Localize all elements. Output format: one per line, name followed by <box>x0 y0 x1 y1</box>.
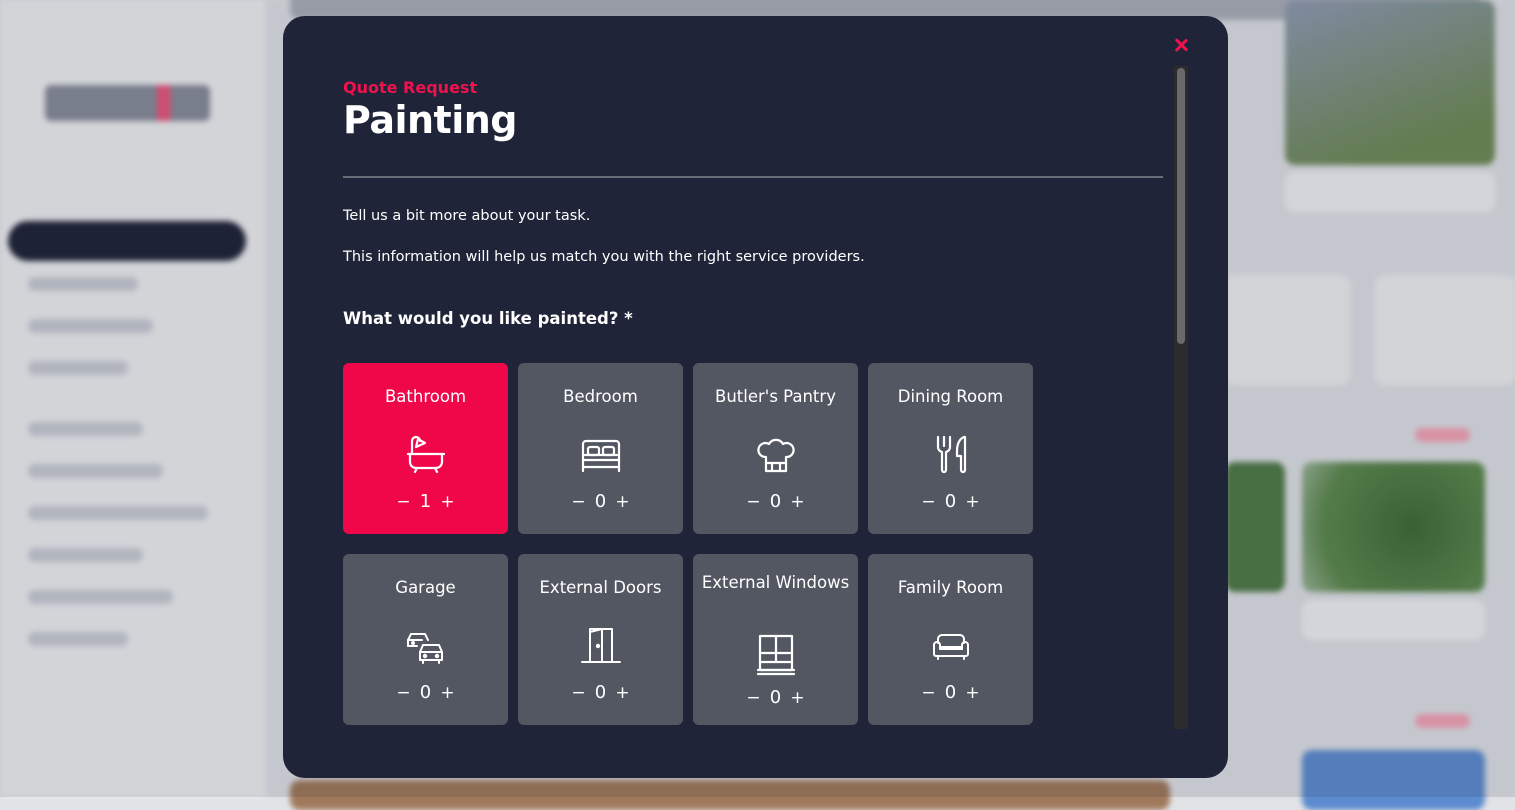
quantity-stepper: − 1 + <box>343 491 508 512</box>
quantity-stepper: − 0 + <box>518 491 683 512</box>
decrement-button[interactable]: − <box>921 683 937 703</box>
sofa-icon <box>933 634 969 660</box>
decrement-button[interactable]: − <box>746 492 762 512</box>
quantity-stepper: − 0 + <box>693 491 858 512</box>
quantity-stepper: − 0 + <box>518 682 683 703</box>
option-tile-family-room[interactable]: Family Room − 0 + <box>868 554 1033 725</box>
quantity-value: 1 <box>419 491 432 512</box>
increment-button[interactable]: + <box>790 688 806 708</box>
modal-title: Painting <box>343 98 518 142</box>
quantity-value: 0 <box>769 687 782 708</box>
quantity-stepper: − 0 + <box>868 491 1033 512</box>
scrollbar-thumb[interactable] <box>1177 68 1185 344</box>
quantity-value: 0 <box>594 491 607 512</box>
bathtub-icon <box>406 435 446 474</box>
intro-text-secondary: This information will help us match you … <box>343 249 865 265</box>
quantity-value: 0 <box>944 682 957 703</box>
option-tile-external-doors[interactable]: External Doors − 0 + <box>518 554 683 725</box>
quantity-stepper: − 0 + <box>868 682 1033 703</box>
door-icon <box>581 628 621 663</box>
cars-icon <box>407 633 443 664</box>
option-label: Bedroom <box>563 387 638 406</box>
cutlery-icon <box>936 435 967 474</box>
quantity-value: 0 <box>769 491 782 512</box>
decrement-button[interactable]: − <box>921 492 937 512</box>
close-icon[interactable] <box>1172 36 1190 54</box>
decrement-button[interactable]: − <box>746 688 762 708</box>
option-tile-garage[interactable]: Garage − 0 + <box>343 554 508 725</box>
option-label: External Windows <box>701 573 850 592</box>
increment-button[interactable]: + <box>440 683 456 703</box>
increment-button[interactable]: + <box>965 683 981 703</box>
intro-text: Tell us a bit more about your task. <box>343 208 591 224</box>
divider <box>343 176 1163 178</box>
window-icon <box>756 634 796 676</box>
quantity-stepper: − 0 + <box>693 687 858 708</box>
quantity-stepper: − 0 + <box>343 682 508 703</box>
option-tile-dining-room[interactable]: Dining Room − 0 + <box>868 363 1033 534</box>
bed-icon <box>581 439 621 473</box>
option-label: Dining Room <box>897 387 1004 406</box>
room-options-grid: Bathroom − 1 + Bedroom − 0 + Butler's Pa… <box>343 363 1033 725</box>
option-tile-butlers-pantry[interactable]: Butler's Pantry − 0 + <box>693 363 858 534</box>
option-label: Bathroom <box>384 387 467 406</box>
increment-button[interactable]: + <box>440 492 456 512</box>
option-label: External Doors <box>539 578 662 597</box>
decrement-button[interactable]: − <box>396 492 412 512</box>
quantity-value: 0 <box>594 682 607 703</box>
increment-button[interactable]: + <box>790 492 806 512</box>
modal-eyebrow: Quote Request <box>343 78 478 97</box>
quantity-value: 0 <box>944 491 957 512</box>
chef-hat-icon <box>757 438 795 473</box>
option-tile-bedroom[interactable]: Bedroom − 0 + <box>518 363 683 534</box>
increment-button[interactable]: + <box>615 492 631 512</box>
decrement-button[interactable]: − <box>571 683 587 703</box>
modal-scrollbar[interactable] <box>1174 66 1188 729</box>
quantity-value: 0 <box>419 682 432 703</box>
option-label: Garage <box>395 578 456 597</box>
option-label: Butler's Pantry <box>715 387 836 406</box>
quote-request-modal: Quote Request Painting Tell us a bit mor… <box>283 16 1228 778</box>
decrement-button[interactable]: − <box>571 492 587 512</box>
option-tile-bathroom[interactable]: Bathroom − 1 + <box>343 363 508 534</box>
increment-button[interactable]: + <box>965 492 981 512</box>
decrement-button[interactable]: − <box>396 683 412 703</box>
option-tile-external-windows[interactable]: External Windows − 0 + <box>693 554 858 725</box>
question-label: What would you like painted? * <box>343 309 633 328</box>
increment-button[interactable]: + <box>615 683 631 703</box>
option-label: Family Room <box>897 578 1004 597</box>
